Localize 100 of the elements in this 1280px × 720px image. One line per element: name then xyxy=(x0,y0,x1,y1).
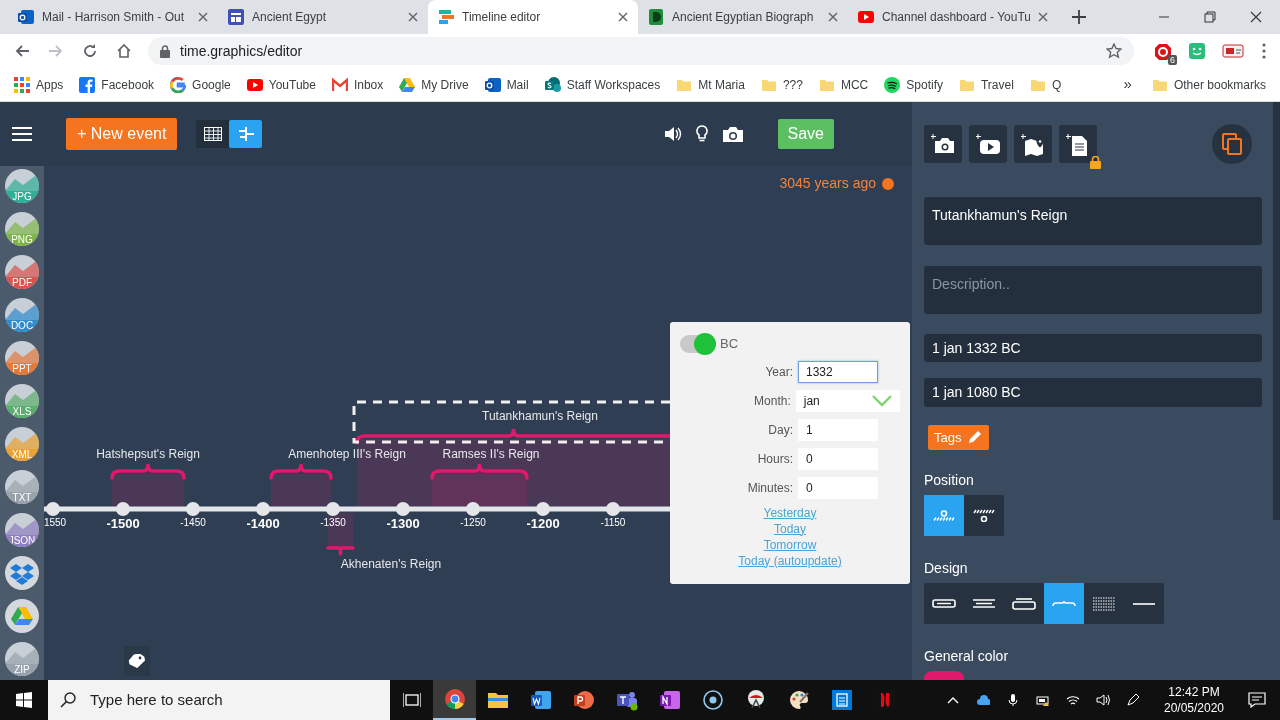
bookmark[interactable]: Q xyxy=(1029,75,1062,94)
bookmark[interactable]: Spotify xyxy=(884,75,943,94)
add-media-button[interactable] xyxy=(1059,125,1097,163)
description-field[interactable]: Description.. xyxy=(924,265,1262,314)
back-icon[interactable] xyxy=(14,43,30,59)
notebook-icon xyxy=(658,689,681,711)
tag-button[interactable] xyxy=(124,646,150,676)
restore-icon[interactable] xyxy=(1204,11,1216,23)
tick-marker xyxy=(116,502,130,516)
duplicate-button[interactable] xyxy=(1212,124,1252,164)
teams-icon xyxy=(615,689,638,711)
date-input-field[interactable]: 0 xyxy=(798,448,878,470)
browser-tab[interactable]: Channel dashboard - YouTu xyxy=(848,0,1058,34)
bookmark[interactable]: MCC xyxy=(818,75,869,94)
star-icon[interactable] xyxy=(1106,43,1122,59)
add-media-button[interactable] xyxy=(1014,125,1052,163)
scrollbar[interactable] xyxy=(1273,102,1280,520)
cloud-icon[interactable] xyxy=(976,693,990,707)
bookmark[interactable]: My Drive xyxy=(399,75,469,94)
speaker-icon[interactable] xyxy=(663,126,682,142)
add-media-button[interactable] xyxy=(969,125,1007,163)
color-swatch[interactable] xyxy=(924,671,964,680)
lightbulb-icon[interactable] xyxy=(695,125,708,143)
close-icon[interactable] xyxy=(408,12,418,22)
date-input-field[interactable]: 1332 xyxy=(798,361,878,383)
export-file-button[interactable]: PDF xyxy=(5,255,39,289)
start-date-field[interactable]: 1 jan 1332 BC xyxy=(924,333,1262,362)
event-label[interactable]: Tutankhamun's Reign xyxy=(482,407,598,425)
microphone-icon[interactable] xyxy=(1006,693,1020,707)
bookmark[interactable]: Facebook xyxy=(79,75,155,94)
field-label: Minutes: xyxy=(746,480,793,497)
mail-icon xyxy=(331,76,348,93)
shield-icon[interactable] xyxy=(1154,42,1172,61)
google-icon xyxy=(170,76,187,93)
wifi-icon[interactable] xyxy=(1066,693,1080,707)
timeline-view-button[interactable] xyxy=(229,120,263,148)
drive-button[interactable] xyxy=(5,599,39,633)
event-label[interactable]: Akhenaten's Reign xyxy=(340,555,442,573)
battery-icon[interactable] xyxy=(1036,693,1050,707)
event-label[interactable]: Ramses II's Reign xyxy=(442,445,540,463)
camera-icon[interactable] xyxy=(721,125,744,143)
bookmark[interactable]: YouTube xyxy=(246,75,316,94)
bookmark[interactable]: Google xyxy=(170,75,231,94)
bookmark[interactable]: Mail xyxy=(484,75,529,94)
export-file-button[interactable]: JSON xyxy=(5,513,39,547)
lines-style-icon xyxy=(972,599,996,608)
close-icon[interactable] xyxy=(198,12,208,22)
volume-icon[interactable] xyxy=(1096,693,1110,707)
event-label[interactable]: Hatshepsut's Reign xyxy=(96,445,200,463)
more-bookmarks-button[interactable]: » xyxy=(1123,73,1132,96)
end-date-field[interactable]: 1 jan 1080 BC xyxy=(924,377,1262,407)
export-file-button[interactable]: DOC xyxy=(5,298,39,332)
date-input-field[interactable]: 0 xyxy=(798,477,878,499)
tick-label: -1500 xyxy=(106,515,140,533)
new-tab-icon[interactable] xyxy=(1072,10,1086,24)
tick-marker xyxy=(606,502,620,516)
date-input-field[interactable]: 1 xyxy=(798,419,878,441)
event-brace[interactable] xyxy=(355,427,672,445)
windows-start-icon[interactable] xyxy=(16,692,32,708)
close-icon[interactable] xyxy=(828,12,838,22)
reload-icon[interactable] xyxy=(82,43,98,59)
bookmark[interactable]: Travel xyxy=(958,75,1014,94)
bookmark[interactable]: Apps xyxy=(14,75,64,94)
home-icon[interactable] xyxy=(116,43,132,59)
tick-label: -1200 xyxy=(526,515,560,533)
search-icon xyxy=(60,692,76,708)
menu-icon[interactable] xyxy=(1262,43,1266,59)
browser-tab[interactable]: Timeline editor xyxy=(428,0,638,34)
menu-icon[interactable] xyxy=(12,126,32,142)
bookmark-folder[interactable]: Other bookmarks xyxy=(1151,75,1266,94)
bookmark[interactable]: ??? xyxy=(760,75,803,94)
palette-icon xyxy=(787,689,810,711)
taskbar-clock[interactable]: 12:42 PM 20/05/2020 xyxy=(1156,684,1232,716)
close-icon[interactable] xyxy=(1038,12,1048,22)
close-icon[interactable] xyxy=(618,12,628,22)
outlook-icon xyxy=(18,9,34,25)
bookmark[interactable]: Mt Maria xyxy=(676,75,745,94)
browser-tab[interactable]: Mail - Harrison Smith - Out xyxy=(8,0,218,34)
table-grid-icon xyxy=(203,127,222,141)
taskbar-app-button[interactable] xyxy=(433,680,476,720)
field-label: Day: xyxy=(767,422,793,439)
browser-tab[interactable]: Ancient Egyptian Biograph xyxy=(638,0,848,34)
pen-icon[interactable] xyxy=(1126,693,1140,707)
event-label[interactable]: Amenhotep III's Reign xyxy=(288,445,406,463)
facebook-icon xyxy=(79,76,96,93)
dropbox-button[interactable] xyxy=(5,556,39,590)
address-bar[interactable]: time.graphics/editor xyxy=(148,37,1134,65)
taskbar-search-field[interactable]: Type here to search xyxy=(48,680,390,720)
month-select[interactable]: jan xyxy=(795,390,900,412)
section-label: Design xyxy=(924,559,969,578)
era-toggle[interactable] xyxy=(680,334,714,353)
notifications-icon[interactable] xyxy=(1248,692,1266,708)
add-media-button[interactable] xyxy=(924,125,962,163)
browser-tab[interactable]: Ancient Egypt xyxy=(218,0,428,34)
task-view-icon[interactable] xyxy=(402,692,421,708)
close-icon[interactable] xyxy=(1250,11,1262,23)
bookmark[interactable]: Inbox xyxy=(331,75,384,94)
profile-icon[interactable] xyxy=(1222,42,1246,60)
event-title-field[interactable]: Tutankhamun's Reign xyxy=(924,197,1262,245)
bookmark[interactable]: Staff Workspaces xyxy=(544,75,661,94)
